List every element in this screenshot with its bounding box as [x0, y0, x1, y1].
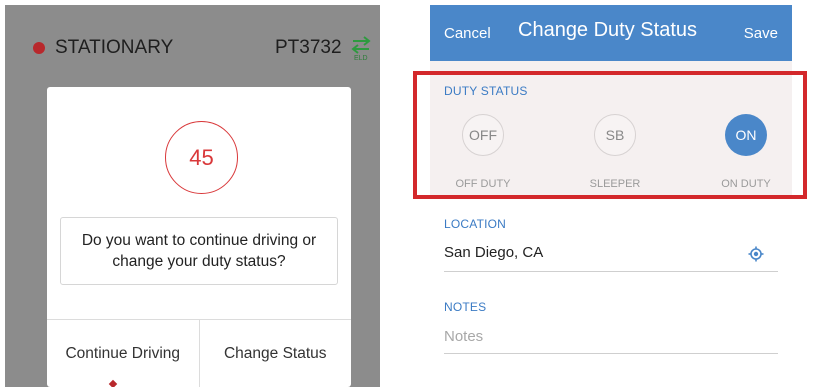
off-duty-option[interactable]: OFF — [462, 114, 504, 156]
sleeper-option[interactable]: SB — [594, 114, 636, 156]
save-button[interactable]: Save — [744, 25, 778, 42]
continue-driving-button[interactable]: Continue Driving — [47, 320, 199, 387]
nav-bar: Cancel Change Duty Status Save — [430, 5, 792, 61]
countdown-value: 45 — [189, 144, 214, 170]
countdown-timer: 45 — [165, 121, 238, 194]
vehicle-id: PT3732 — [275, 37, 342, 58]
status-header: STATIONARY PT3732 ELD — [5, 5, 380, 83]
duty-status-label: DUTY STATUS — [444, 84, 528, 98]
vehicle-status: STATIONARY — [55, 37, 174, 58]
on-duty-caption: ON DUTY — [721, 178, 771, 190]
change-status-button[interactable]: Change Status — [198, 320, 352, 387]
off-duty-caption: OFF DUTY — [455, 178, 511, 190]
location-label: LOCATION — [444, 217, 507, 231]
sleeper-caption: SLEEPER — [589, 178, 641, 190]
page-title: Change Duty Status — [518, 19, 697, 41]
location-field[interactable]: San Diego, CA — [444, 244, 543, 261]
continue-driving-dialog: 45 Do you want to continue driving or ch… — [47, 87, 351, 387]
dialog-question: Do you want to continue driving or chang… — [81, 232, 317, 270]
status-dot-icon — [33, 42, 45, 54]
dialog-message-box: Do you want to continue driving or chang… — [60, 217, 338, 285]
notes-label: NOTES — [444, 300, 487, 314]
notes-underline — [444, 353, 778, 354]
locate-icon[interactable] — [748, 246, 764, 262]
on-duty-option[interactable]: ON — [725, 114, 767, 156]
change-duty-status-screen: Cancel Change Duty Status Save DUTY STAT… — [430, 5, 792, 387]
notes-input[interactable] — [444, 324, 778, 348]
duty-status-section: DUTY STATUS OFF SB ON OFF DUTY SLEEPER O… — [430, 61, 792, 199]
eld-label: ELD — [354, 55, 368, 62]
location-underline — [444, 271, 778, 272]
cancel-button[interactable]: Cancel — [444, 25, 491, 42]
driving-prompt-screen: STATIONARY PT3732 ELD 45 Do you want to … — [5, 5, 380, 387]
dialog-actions: Continue Driving Change Status — [47, 319, 351, 387]
